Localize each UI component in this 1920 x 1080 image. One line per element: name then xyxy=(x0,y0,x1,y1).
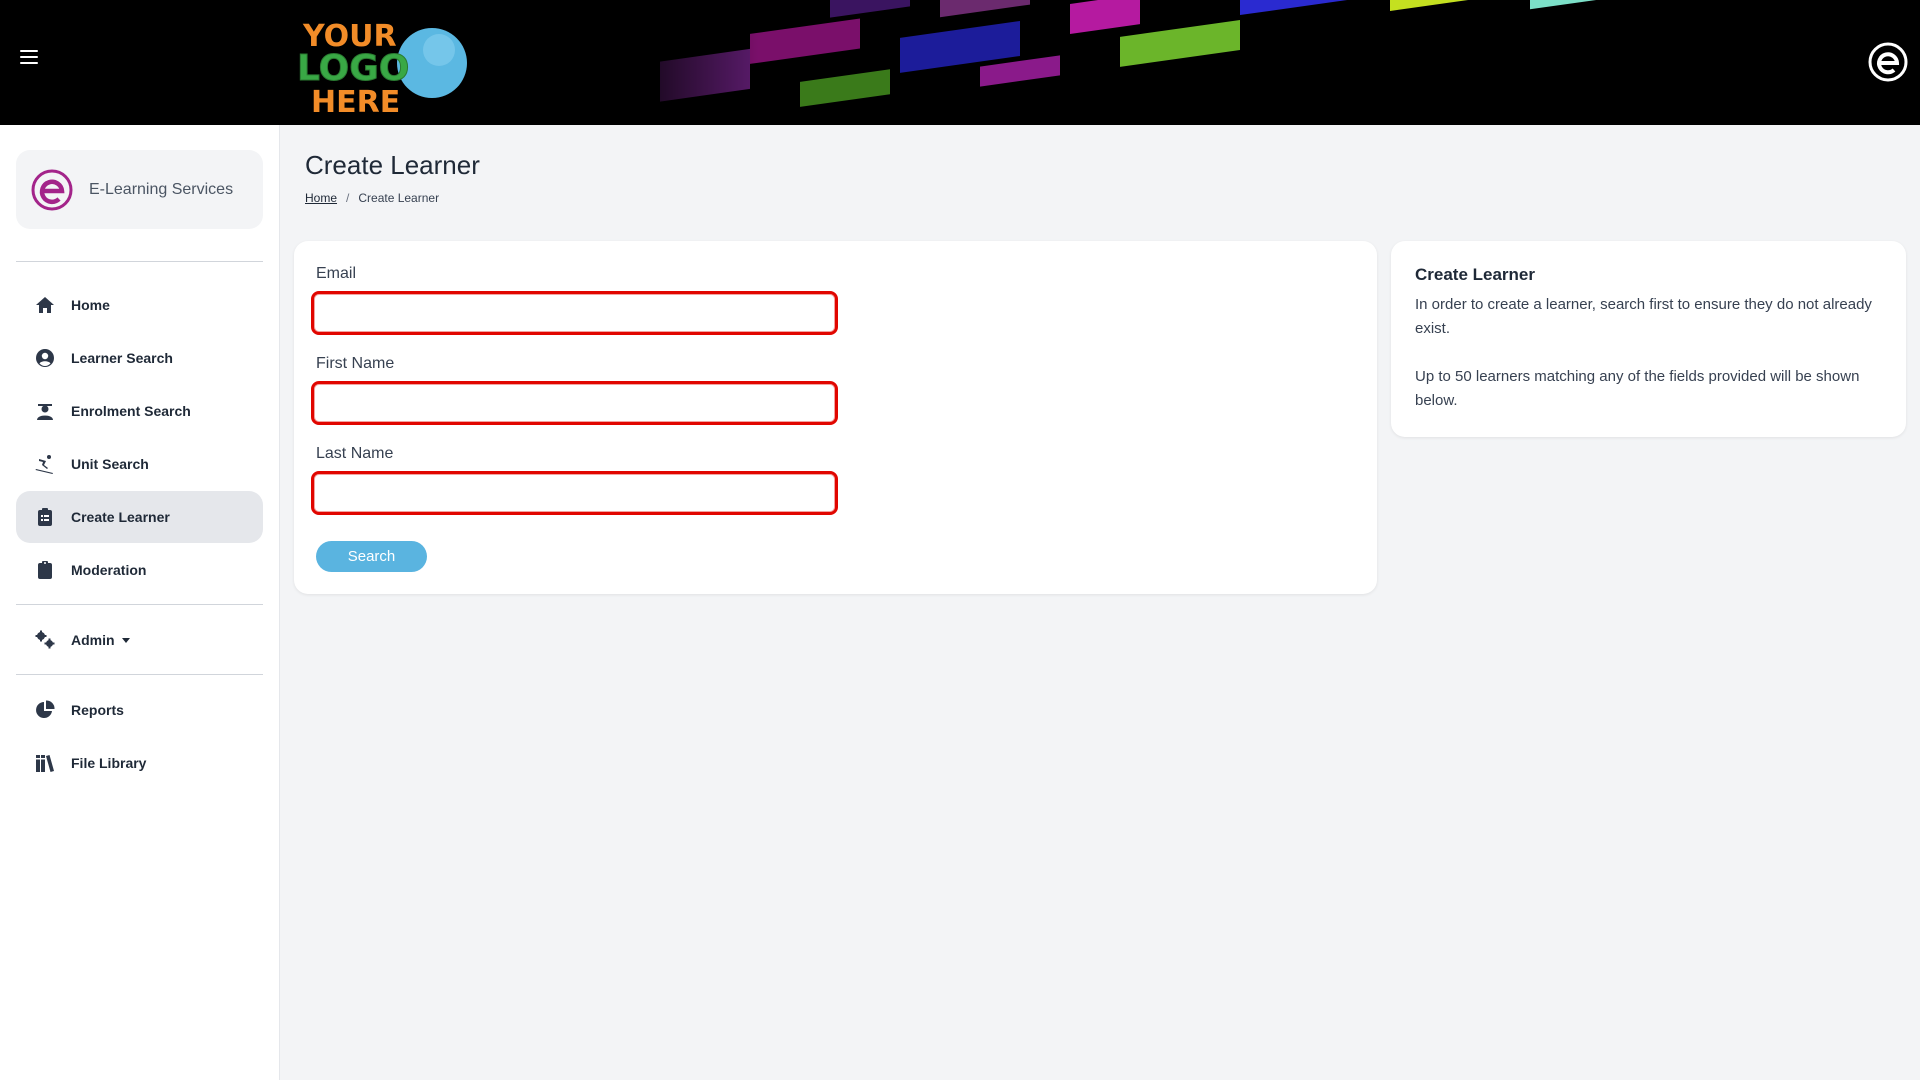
first-name-field[interactable] xyxy=(311,381,838,425)
breadcrumb: Home / Create Learner xyxy=(305,191,439,205)
graduate-icon xyxy=(34,400,56,422)
breadcrumb-separator: / xyxy=(346,191,350,205)
svg-text:LOGO: LOGO xyxy=(297,48,409,89)
breadcrumb-current: Create Learner xyxy=(358,191,440,205)
clipboard-icon xyxy=(34,559,56,581)
sidebar-item-label: File Library xyxy=(71,755,147,771)
sidebar-item-create-learner[interactable]: Create Learner xyxy=(16,491,263,543)
page-title: Create Learner xyxy=(305,150,480,180)
last-name-label: Last Name xyxy=(316,445,394,462)
pie-chart-icon xyxy=(34,699,56,721)
sidebar-divider xyxy=(16,261,263,262)
user-circle-icon xyxy=(34,347,56,369)
sidebar-item-label: Moderation xyxy=(71,562,147,578)
sidebar-item-label: Learner Search xyxy=(71,350,173,366)
breadcrumb-home-link[interactable]: Home xyxy=(305,191,337,205)
book-library-icon xyxy=(34,752,56,774)
hamburger-menu-icon[interactable] xyxy=(20,50,38,66)
email-field[interactable] xyxy=(311,291,838,335)
create-learner-form: Email First Name Last Name Search xyxy=(294,241,1377,594)
sidebar-divider xyxy=(16,674,263,675)
skiing-icon xyxy=(34,453,56,475)
sidebar-item-label: Home xyxy=(71,297,110,313)
sidebar-item-label: Admin xyxy=(71,632,115,648)
brand-name: E-Learning Services xyxy=(89,180,234,198)
home-icon xyxy=(34,294,56,316)
sidebar-item-admin[interactable]: Admin xyxy=(16,614,263,666)
search-button[interactable]: Search xyxy=(316,541,427,572)
info-title: Create Learner xyxy=(1415,265,1536,284)
sidebar-item-file-library[interactable]: File Library xyxy=(16,737,263,789)
e-logo-icon xyxy=(31,169,73,210)
sidebar: E-Learning Services Home Learner Search … xyxy=(0,125,280,1080)
sidebar-divider xyxy=(16,604,263,605)
svg-text:HERE: HERE xyxy=(311,85,400,118)
e-logo-icon xyxy=(1868,42,1908,82)
your-logo-here-logo: YOUR LOGO HERE xyxy=(297,19,467,118)
brand-card[interactable]: E-Learning Services xyxy=(16,150,263,229)
cogs-icon xyxy=(34,629,56,651)
last-name-field[interactable] xyxy=(311,471,838,515)
sidebar-item-label: Enrolment Search xyxy=(71,403,191,419)
info-paragraph: Up to 50 learners matching any of the fi… xyxy=(1415,368,1860,409)
sidebar-item-label: Create Learner xyxy=(71,509,170,525)
email-label: Email xyxy=(316,265,357,282)
info-card: Create Learner In order to create a lear… xyxy=(1391,241,1906,437)
sidebar-item-unit-search[interactable]: Unit Search xyxy=(16,438,263,490)
sidebar-item-enrolment-search[interactable]: Enrolment Search xyxy=(16,385,263,437)
sidebar-item-label: Reports xyxy=(71,702,124,718)
first-name-label: First Name xyxy=(316,355,395,372)
sidebar-item-moderation[interactable]: Moderation xyxy=(16,544,263,596)
header-banner-graphic xyxy=(600,0,1920,125)
app-header: YOUR LOGO HERE xyxy=(0,0,1920,125)
sidebar-item-learner-search[interactable]: Learner Search xyxy=(16,332,263,384)
info-paragraph: In order to create a learner, search fir… xyxy=(1415,296,1872,337)
sidebar-item-label: Unit Search xyxy=(71,456,149,472)
chevron-down-icon xyxy=(121,637,130,643)
clipboard-list-icon xyxy=(34,506,56,528)
sidebar-item-home[interactable]: Home xyxy=(16,279,263,331)
sidebar-item-reports[interactable]: Reports xyxy=(16,684,263,736)
